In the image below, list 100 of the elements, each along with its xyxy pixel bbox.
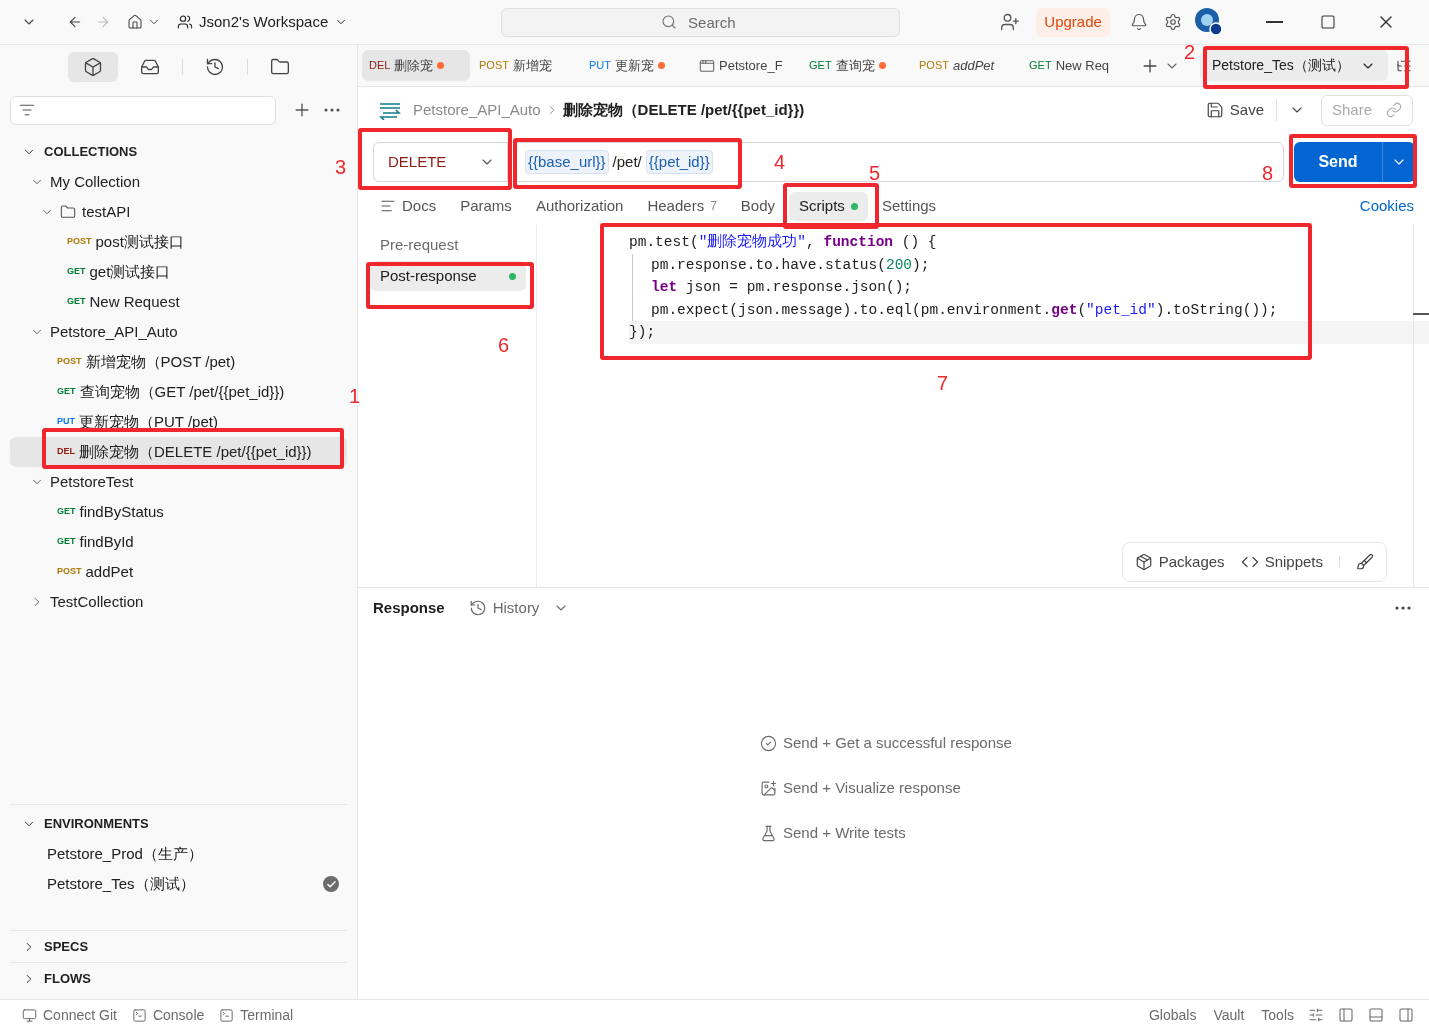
more-icon[interactable] <box>1395 606 1411 610</box>
environment-item[interactable]: Petstore_Prod（生产） <box>0 839 357 869</box>
more-icon[interactable] <box>324 108 340 112</box>
request-name: 删除宠物（DELETE /pet/{{pet_id}}) <box>79 441 312 462</box>
request-tab[interactable]: DEL 删除宠 <box>362 50 470 81</box>
request-name: get测试接口 <box>89 261 171 282</box>
link-icon <box>1386 102 1402 118</box>
request-item[interactable]: GET New Request <box>10 287 347 317</box>
request-tab[interactable]: GET 查询宠 <box>802 50 910 81</box>
save-button[interactable]: Save <box>1205 98 1277 122</box>
request-item[interactable]: GET get测试接口 <box>10 257 347 287</box>
invite-icon <box>1000 12 1021 32</box>
request-name: 查询宠物（GET /pet/{{pet_id}}) <box>79 381 285 402</box>
request-section-tab[interactable]: Authorization <box>525 191 634 221</box>
method-label: GET <box>57 535 76 549</box>
bell-icon <box>1129 13 1148 31</box>
annotation-number: 3 <box>335 157 347 177</box>
breadcrumb-link[interactable]: Petstore_API_Auto <box>413 98 541 122</box>
request-tab[interactable]: Petstore_F <box>692 50 800 81</box>
brush-icon <box>1356 553 1374 571</box>
request-name: post测试接口 <box>95 231 184 252</box>
collection-item[interactable]: TestCollection <box>0 587 357 617</box>
request-tab[interactable]: POST addPet <box>912 50 1020 81</box>
annotation-number: 2 <box>1184 42 1196 62</box>
section-header[interactable]: ENVIRONMENTS <box>0 809 357 839</box>
flask-icon <box>760 825 777 842</box>
request-item[interactable]: POST addPet <box>10 557 347 587</box>
check-circle-icon <box>760 735 777 752</box>
http-icon <box>378 100 402 120</box>
response-hint[interactable]: Send + Get a successful response <box>760 732 1429 755</box>
script-tab[interactable]: Pre-request <box>370 230 526 260</box>
annotation-number: 6 <box>498 335 510 355</box>
request-tab[interactable]: POST 新增宠 <box>472 50 580 81</box>
status-bar-button[interactable]: Terminal <box>219 1004 294 1026</box>
folder-item[interactable]: testAPI <box>0 197 357 227</box>
console-icon <box>131 1007 147 1023</box>
status-bar-button[interactable]: Console <box>131 1004 205 1026</box>
request-section-tab[interactable]: Docs <box>370 191 447 221</box>
method-label: GET <box>67 295 86 309</box>
collections-tab[interactable] <box>67 51 118 82</box>
folder-icon <box>269 56 290 77</box>
request-item[interactable]: GET findByStatus <box>10 497 347 527</box>
status-bar-button[interactable]: Vault <box>1213 1004 1245 1026</box>
request-section-tab[interactable]: Scripts <box>789 191 868 221</box>
status-bar-button[interactable]: Connect Git <box>22 1004 117 1026</box>
search-icon <box>661 13 678 30</box>
window-icon <box>699 57 715 74</box>
upgrade-button[interactable]: Upgrade <box>1036 7 1110 37</box>
request-item[interactable]: GET 查询宠物（GET /pet/{{pet_id}}) <box>10 377 347 407</box>
request-name: 新增宠物（POST /pet) <box>85 351 236 372</box>
code-editor[interactable]: pm.test("删除宠物成功", function () { pm.response.to.have.status(200); let json = pm.response.json(); pm.expect(json.message).to.eql(pm.environment.get("pet_id").toString()); }); <box>537 225 1429 344</box>
cookies-link[interactable]: Cookies <box>1359 194 1414 218</box>
history-button[interactable]: History <box>468 596 570 620</box>
image-icon <box>760 780 777 797</box>
filter-icon <box>19 102 35 118</box>
annotation-number: 5 <box>869 163 881 183</box>
terminal-icon <box>219 1007 235 1023</box>
status-bar-button[interactable]: Tools <box>1261 1004 1294 1026</box>
search-field[interactable]: Search <box>501 7 901 37</box>
request-section-tab[interactable]: Body <box>730 191 786 221</box>
method-label: POST <box>57 355 82 369</box>
minimize-icon[interactable] <box>1265 21 1283 23</box>
git-icon <box>22 1007 37 1023</box>
section-header[interactable]: SPECS <box>0 932 357 962</box>
request-name: addPet <box>85 561 134 582</box>
method-label: GET <box>57 505 76 519</box>
request-item[interactable]: GET findById <box>10 527 347 557</box>
maximize-icon <box>1319 14 1336 30</box>
history-icon <box>468 599 487 617</box>
workspace-switcher[interactable]: Json2's Workspace <box>177 10 349 34</box>
docs-icon <box>380 198 396 214</box>
request-name: findByStatus <box>79 501 164 522</box>
right-panel-icon <box>1398 1007 1414 1023</box>
response-hint[interactable]: Send + Write tests <box>760 822 1429 845</box>
collection-item[interactable]: Petstore_API_Auto <box>0 317 357 347</box>
save-icon <box>1205 101 1224 119</box>
status-bar-button[interactable]: Globals <box>1148 1004 1197 1026</box>
response-hint[interactable]: Send + Visualize response <box>760 777 1429 800</box>
cube-icon <box>82 56 103 77</box>
folder-icon <box>60 204 76 220</box>
avatar-icon[interactable] <box>1193 7 1224 37</box>
request-name: New Request <box>89 291 180 312</box>
environment-selector[interactable]: Petstore_Tes（测试） <box>1200 50 1388 81</box>
request-section-tab[interactable]: Params <box>450 191 522 221</box>
request-section-tab[interactable]: Headers 7 <box>637 191 727 221</box>
request-item[interactable]: DEL 删除宠物（DELETE /pet/{{pet_id}}) <box>10 437 347 467</box>
environment-item[interactable]: Petstore_Tes（测试） <box>0 869 357 899</box>
request-section-tab[interactable]: Settings <box>871 191 947 221</box>
filter-field[interactable] <box>10 95 276 125</box>
method-label: PUT <box>57 415 75 429</box>
send-button[interactable]: Send <box>1294 142 1382 182</box>
request-tab[interactable]: PUT 更新宠 <box>582 50 690 81</box>
snippets-button[interactable]: Snippets <box>1240 550 1323 574</box>
packages-button[interactable]: Packages <box>1134 550 1225 574</box>
request-tab[interactable]: GET New Req <box>1022 50 1130 81</box>
collection-item[interactable]: PetstoreTest <box>0 467 357 497</box>
method-dropdown[interactable]: DELETE <box>374 143 508 181</box>
request-item[interactable]: POST 新增宠物（POST /pet) <box>10 347 347 377</box>
request-item[interactable]: POST post测试接口 <box>10 227 347 257</box>
section-header[interactable]: FLOWS <box>0 964 357 994</box>
